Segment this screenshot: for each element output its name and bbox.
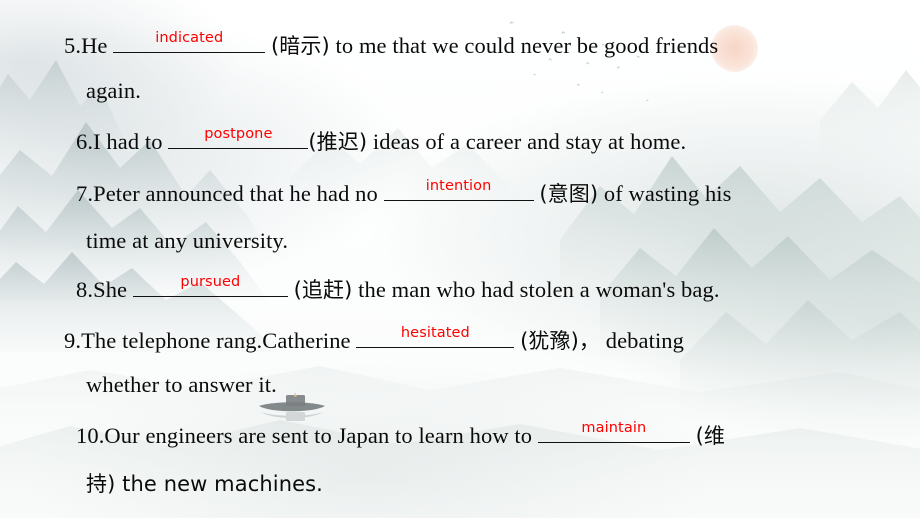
exercise-number-8: 8.She: [76, 277, 128, 302]
exercise-cont-5: again.: [86, 78, 141, 103]
exercise-line-5b: again.: [86, 78, 141, 104]
exercise-line-5a: 5.He indicated (暗示) to me that we could …: [64, 30, 718, 60]
exercise-hint-5: (暗示): [270, 34, 330, 58]
answer-text-5: indicated: [155, 29, 224, 46]
exercise-tail-8: the man who had stolen a woman's bag.: [358, 277, 720, 302]
answer-blank-5[interactable]: indicated: [113, 29, 266, 53]
exercise-hint-9: (犹豫)，: [520, 329, 600, 353]
exercise-cont-10: 持) the new machines.: [86, 472, 323, 496]
exercise-tail-7: of wasting his: [603, 181, 732, 206]
exercise-line-7b: time at any university.: [86, 228, 288, 254]
exercise-tail-6: ideas of a career and stay at home.: [372, 129, 687, 154]
exercise-number-9: 9.The telephone rang.Catherine: [64, 328, 351, 353]
exercise-line-8a: 8.She pursued (追赶) the man who had stole…: [76, 274, 720, 304]
exercise-number-7: 7.Peter announced that he had no: [76, 181, 378, 206]
exercise-line-6a: 6.I had to postpone (推迟) ideas of a care…: [76, 126, 686, 156]
exercise-number-5: 5.He: [64, 33, 108, 58]
answer-blank-6[interactable]: postpone: [168, 125, 309, 149]
exercise-line-7a: 7.Peter announced that he had no intenti…: [76, 178, 732, 208]
answer-blank-10[interactable]: maintain: [537, 419, 690, 443]
exercise-number-6: 6.I had to: [76, 129, 163, 154]
exercise-tail-5: to me that we could never be good friend…: [335, 33, 719, 58]
exercise-line-9b: whether to answer it.: [86, 372, 277, 398]
answer-text-10: maintain: [581, 419, 647, 436]
answer-text-7: intention: [425, 177, 492, 194]
exercise-hint-10: (维: [695, 424, 725, 448]
answer-blank-9[interactable]: hesitated: [356, 324, 515, 348]
exercise-cont-9: whether to answer it.: [86, 372, 277, 397]
exercise-number-10: 10.Our engineers are sent to Japan to le…: [76, 423, 533, 448]
exercise-hint-8: (追赶): [293, 278, 353, 302]
slide-canvas: ⌃ ⌃ ⌃ ⌃ ⌃ ⌃ ⌃ ⌃ ⌃ ⌃ ⌃ ⌃ 5.He indicated (…: [0, 0, 920, 518]
exercise-hint-6: (推迟): [308, 130, 368, 154]
answer-text-6: postpone: [204, 125, 273, 142]
exercise-list: 5.He indicated (暗示) to me that we could …: [0, 0, 920, 518]
exercise-line-10b: 持) the new machines.: [86, 468, 323, 498]
exercise-tail-9: debating: [605, 328, 685, 353]
answer-text-8: pursued: [180, 273, 241, 290]
exercise-line-10a: 10.Our engineers are sent to Japan to le…: [76, 420, 725, 450]
exercise-line-9a: 9.The telephone rang.Catherine hesitated…: [64, 325, 684, 355]
answer-blank-7[interactable]: intention: [383, 177, 534, 201]
exercise-hint-7: (意图): [539, 182, 599, 206]
answer-blank-8[interactable]: pursued: [132, 273, 288, 297]
answer-text-9: hesitated: [400, 324, 470, 341]
exercise-cont-7: time at any university.: [86, 228, 289, 253]
